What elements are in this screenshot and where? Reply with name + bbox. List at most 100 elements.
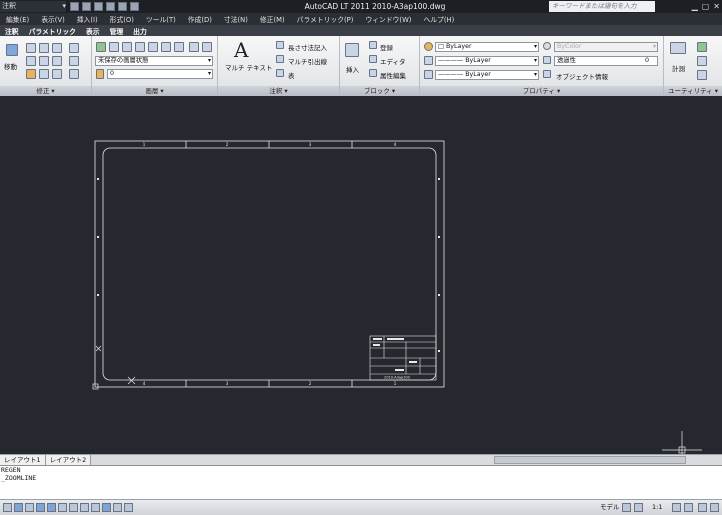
annotation-scale[interactable]: 1:1 <box>652 503 662 512</box>
fillet-icon[interactable] <box>69 56 79 66</box>
menu-item[interactable]: 寸法(N) <box>218 14 254 24</box>
create-block-label[interactable]: 登録 <box>380 42 393 52</box>
stretch-icon[interactable] <box>26 56 36 66</box>
array-icon[interactable] <box>52 69 62 79</box>
erase-icon[interactable] <box>69 43 79 53</box>
annotation-visibility-icon[interactable] <box>672 503 681 512</box>
menu-item[interactable]: ツール(T) <box>140 14 182 24</box>
clean-screen-icon[interactable] <box>710 503 719 512</box>
scale-icon[interactable] <box>39 56 49 66</box>
horizontal-scrollbar[interactable] <box>494 456 686 464</box>
qp-icon[interactable] <box>113 503 122 512</box>
tab-output[interactable]: 出力 <box>128 26 152 36</box>
annotation-panel-title[interactable]: 注釈 ▾ <box>218 86 339 96</box>
ortho-icon[interactable] <box>25 503 34 512</box>
layer-lock-icon[interactable] <box>148 42 158 52</box>
menu-item[interactable]: 表示(V) <box>35 14 71 24</box>
menu-item[interactable]: 編集(E) <box>0 14 35 24</box>
osnap-icon[interactable] <box>47 503 56 512</box>
menu-item[interactable]: 形式(O) <box>104 14 140 24</box>
copy-icon[interactable] <box>26 43 36 53</box>
transparency-field[interactable]: 透過性 0 <box>554 56 658 66</box>
menu-item[interactable]: パラメトリック(P) <box>291 14 360 24</box>
measure-icon[interactable] <box>670 42 686 54</box>
tab-manage[interactable]: 管理 <box>105 26 129 36</box>
lineweight-toggle-icon[interactable] <box>91 503 100 512</box>
attribute-edit-label[interactable]: 属性編集 <box>380 70 406 80</box>
save-icon[interactable] <box>94 2 103 11</box>
offset-icon[interactable] <box>39 69 49 79</box>
move-icon[interactable] <box>6 44 18 56</box>
insert-block-icon[interactable] <box>345 43 359 57</box>
lock-icon[interactable] <box>698 503 707 512</box>
list-icon[interactable] <box>543 70 551 78</box>
measure-label[interactable]: 計測 <box>672 63 685 73</box>
attribute-edit-icon[interactable] <box>369 69 377 77</box>
layer-match-icon[interactable] <box>161 42 171 52</box>
mtext-label[interactable]: マルチ テキスト <box>225 62 272 72</box>
ducs-icon[interactable] <box>69 503 78 512</box>
layer-iso-icon[interactable] <box>109 42 119 52</box>
snap-icon[interactable] <box>3 503 12 512</box>
grid-icon[interactable] <box>14 503 23 512</box>
pencil-icon[interactable] <box>26 69 36 79</box>
mleader-icon[interactable] <box>276 55 284 63</box>
trim-icon[interactable] <box>52 43 62 53</box>
block-editor-icon[interactable] <box>369 55 377 63</box>
help-search-input[interactable]: キーワードまたは語句を入力 <box>549 1 655 12</box>
tab-parametric[interactable]: パラメトリック <box>24 26 81 36</box>
table-icon[interactable] <box>276 69 284 77</box>
menu-item[interactable]: ヘルプ(H) <box>417 14 460 24</box>
mirror-icon[interactable] <box>52 56 62 66</box>
quick-select-icon[interactable] <box>697 42 707 52</box>
menu-item[interactable]: ウィンドウ(W) <box>359 14 417 24</box>
menu-item[interactable]: 修正(M) <box>254 14 291 24</box>
quickview-drawings-icon[interactable] <box>634 503 643 512</box>
layer-dropdown[interactable]: 0 ▾ <box>107 69 213 79</box>
command-line[interactable]: REGEN _ZOOMLINE <box>0 465 722 499</box>
explode-icon[interactable] <box>69 69 79 79</box>
sc-icon[interactable] <box>124 503 133 512</box>
block-editor-label[interactable]: エディタ <box>380 56 406 66</box>
block-panel-title[interactable]: ブロック ▾ <box>340 86 419 96</box>
select-all-icon[interactable] <box>697 56 707 66</box>
linear-dim-icon[interactable] <box>276 41 284 49</box>
lightbulb-icon[interactable] <box>96 69 104 79</box>
maximize-icon[interactable]: ▢ <box>702 1 710 12</box>
drawing-area[interactable]: 1 2 3 4 4 3 2 1 2010-A3ap100 <box>0 96 722 454</box>
create-block-icon[interactable] <box>369 41 377 49</box>
tab-annotate[interactable]: 注釈 <box>0 26 24 36</box>
rotate-icon[interactable] <box>39 43 49 53</box>
layer-walk-icon[interactable] <box>174 42 184 52</box>
dyn-icon[interactable] <box>80 503 89 512</box>
menu-item[interactable]: 挿入(I) <box>71 14 104 24</box>
table-label[interactable]: 表 <box>288 70 295 80</box>
color-dropdown[interactable]: □ ByLayer ▾ <box>435 42 539 52</box>
otrack-icon[interactable] <box>58 503 67 512</box>
layers-panel-title[interactable]: 画層 ▾ <box>92 86 217 96</box>
layer-off-icon[interactable] <box>122 42 132 52</box>
tab-view[interactable]: 表示 <box>81 26 105 36</box>
layer-properties-icon[interactable] <box>96 42 106 52</box>
plot-style-dropdown[interactable]: ByColor ▾ <box>554 42 658 52</box>
calculator-icon[interactable] <box>697 70 707 80</box>
menu-item[interactable]: 作成(D) <box>182 14 218 24</box>
layer-freeze-icon[interactable] <box>135 42 145 52</box>
object-info-label[interactable]: オブジェクト情報 <box>556 71 608 81</box>
close-icon[interactable]: ✕ <box>713 1 720 12</box>
insert-label[interactable]: 挿入 <box>346 64 359 74</box>
open-icon[interactable] <box>82 2 91 11</box>
tab-layout1[interactable]: レイアウト1 <box>0 455 46 465</box>
minimize-icon[interactable]: ▁ <box>692 1 698 12</box>
quickview-layouts-icon[interactable] <box>622 503 631 512</box>
redo-icon[interactable] <box>118 2 127 11</box>
transparency-toggle-icon[interactable] <box>102 503 111 512</box>
match-properties-icon[interactable] <box>424 42 433 51</box>
layer-state-dropdown[interactable]: 未保存の画層状態 ▾ <box>95 56 213 66</box>
linear-dim-label[interactable]: 長さ寸法記入 <box>288 42 327 52</box>
undo-icon[interactable] <box>106 2 115 11</box>
properties-panel-title[interactable]: プロパティ ▾ <box>420 86 663 96</box>
modify-panel-title[interactable]: 修正 ▾ <box>0 86 91 96</box>
new-icon[interactable] <box>70 2 79 11</box>
lineweight-dropdown[interactable]: ———— ByLayer ▾ <box>435 56 539 66</box>
